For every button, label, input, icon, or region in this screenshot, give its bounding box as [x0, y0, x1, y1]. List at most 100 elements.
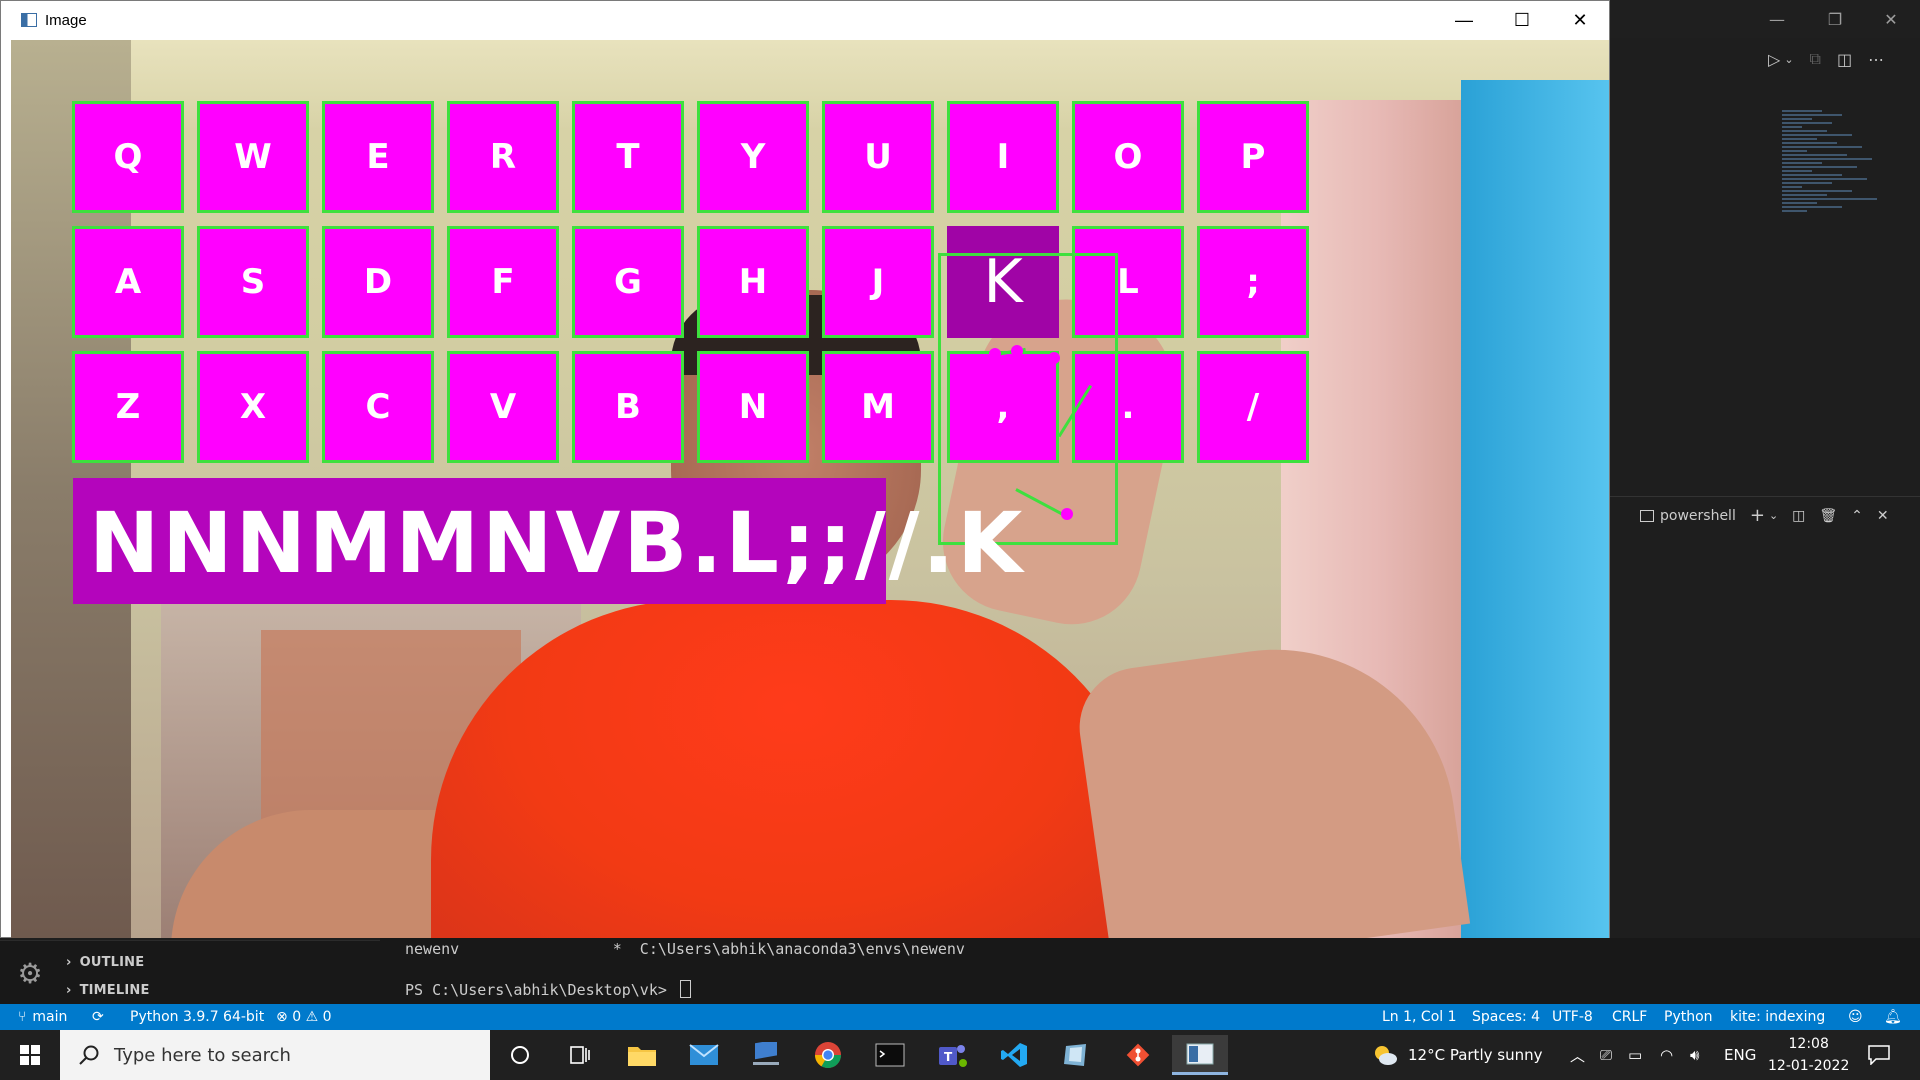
person-shirt	[431, 600, 1151, 938]
image-window: Image — ☐ ✕ Q W E R T Y U I O P A S D F G H J K L; Z X C V B N M,…	[0, 0, 1610, 938]
key-u[interactable]: U	[822, 101, 934, 213]
key-r[interactable]: R	[447, 101, 559, 213]
chrome-icon[interactable]	[800, 1035, 856, 1075]
line-endings[interactable]: CRLF	[1612, 1004, 1647, 1030]
hand-landmark	[1048, 352, 1060, 364]
key-e[interactable]: E	[322, 101, 434, 213]
notifications-bell-icon[interactable]: 🔔︎	[1884, 1004, 1902, 1030]
language-mode[interactable]: Python	[1664, 1004, 1713, 1030]
kite-status[interactable]: kite: indexing	[1730, 1004, 1825, 1030]
open-changes-icon[interactable]: ⧉	[1810, 49, 1821, 69]
key-i[interactable]: I	[947, 101, 1059, 213]
indentation[interactable]: Spaces: 4	[1472, 1004, 1540, 1030]
timeline-section[interactable]: › TIMELINE	[66, 977, 150, 1003]
weather-widget[interactable]: 12°C Partly sunny	[1372, 1030, 1542, 1080]
key-d[interactable]: D	[322, 226, 434, 338]
split-editor-icon[interactable]: ◫	[1837, 50, 1852, 69]
chevron-down-icon[interactable]: ⌄	[1784, 53, 1793, 66]
clock-time: 12:08	[1788, 1036, 1829, 1052]
problems-status[interactable]: ⊗ 0 ⚠ 0	[276, 1004, 332, 1030]
hand-landmark	[989, 348, 1001, 360]
manage-gear-icon[interactable]: ⚙	[14, 958, 46, 990]
minimap[interactable]	[1782, 108, 1902, 288]
close-button[interactable]: ✕	[1551, 1, 1609, 39]
branch-icon: ⑂	[18, 1009, 27, 1025]
chevron-up-icon[interactable]: ︿	[1570, 1030, 1585, 1080]
feedback-icon[interactable]: ☺	[1848, 1004, 1863, 1030]
terminal-shell-label[interactable]: powershell	[1660, 508, 1736, 524]
key-f[interactable]: F	[447, 226, 559, 338]
terminal-header: powershell + ⌄ ◫ 🗑 ⌃ ✕	[1610, 496, 1920, 534]
key-t[interactable]: T	[572, 101, 684, 213]
minimize-button[interactable]: —	[1435, 1, 1493, 39]
vscode-close-button[interactable]: ✕	[1862, 0, 1920, 38]
camera-feed[interactable]: Q W E R T Y U I O P A S D F G H J K L; Z X C V B N M,. / NNNMMNVB.…	[11, 40, 1609, 938]
outline-section[interactable]: › OUTLINE	[66, 949, 144, 975]
key-m[interactable]: M	[822, 351, 934, 463]
maximize-panel-icon[interactable]: ⌃	[1851, 508, 1863, 524]
split-terminal-icon[interactable]: ◫	[1792, 508, 1805, 524]
image-window-titlebar[interactable]: Image — ☐ ✕	[1, 1, 1609, 39]
partly-sunny-icon	[1375, 1046, 1397, 1065]
git-client-icon[interactable]	[1110, 1035, 1166, 1075]
python-interpreter[interactable]: Python 3.9.7 64-bit	[130, 1004, 264, 1030]
start-button[interactable]	[0, 1030, 60, 1080]
run-icon[interactable]: ▷	[1768, 50, 1780, 69]
battery-icon[interactable]: ▭	[1628, 1030, 1642, 1080]
key-v[interactable]: V	[447, 351, 559, 463]
cortana-icon[interactable]	[492, 1035, 548, 1075]
key-semicolon[interactable]: ;	[1197, 226, 1309, 338]
notes-app-icon[interactable]	[1048, 1035, 1104, 1075]
key-w[interactable]: W	[197, 101, 309, 213]
vscode-minimize-button[interactable]: —	[1748, 0, 1806, 38]
command-prompt-icon[interactable]	[862, 1035, 918, 1075]
key-o[interactable]: O	[1072, 101, 1184, 213]
new-terminal-icon[interactable]: +	[1750, 505, 1765, 526]
key-z[interactable]: Z	[72, 351, 184, 463]
app-icon	[21, 13, 37, 27]
key-j[interactable]: J	[822, 226, 934, 338]
vscode-restore-button[interactable]: ❐	[1806, 0, 1864, 38]
maximize-button[interactable]: ☐	[1493, 1, 1551, 39]
key-s[interactable]: S	[197, 226, 309, 338]
sync-icon[interactable]: ⟳	[92, 1004, 104, 1030]
key-c[interactable]: C	[322, 351, 434, 463]
key-p[interactable]: P	[1197, 101, 1309, 213]
meet-now-icon[interactable]: ⎚	[1600, 1030, 1612, 1080]
key-a[interactable]: A	[72, 226, 184, 338]
mail-icon[interactable]	[676, 1035, 732, 1075]
key-y[interactable]: Y	[697, 101, 809, 213]
image-window-taskbar-icon[interactable]	[1172, 1035, 1228, 1075]
vscode-icon[interactable]	[986, 1035, 1042, 1075]
notifications-icon[interactable]	[1868, 1030, 1890, 1080]
wifi-icon[interactable]: ◠	[1660, 1030, 1673, 1080]
branch-label: main	[32, 1009, 68, 1025]
editor-area[interactable]	[1610, 78, 1920, 488]
encoding[interactable]: UTF-8	[1552, 1004, 1593, 1030]
teams-icon[interactable]: T	[924, 1035, 980, 1075]
cursor-position[interactable]: Ln 1, Col 1	[1382, 1004, 1457, 1030]
close-panel-icon[interactable]: ✕	[1877, 508, 1889, 524]
image-window-title: Image	[45, 11, 87, 29]
key-x[interactable]: X	[197, 351, 309, 463]
error-icon: ⊗	[276, 1009, 288, 1025]
trash-icon[interactable]: 🗑	[1819, 508, 1837, 524]
branch-status[interactable]: ⑂ main	[18, 1004, 67, 1030]
key-n[interactable]: N	[697, 351, 809, 463]
file-explorer-icon[interactable]	[614, 1035, 670, 1075]
more-actions-icon[interactable]: ⋯	[1868, 50, 1884, 69]
key-b[interactable]: B	[572, 351, 684, 463]
key-g[interactable]: G	[572, 226, 684, 338]
hand-landmark	[1061, 508, 1073, 520]
remote-desktop-icon[interactable]	[738, 1035, 794, 1075]
clock[interactable]: 12:08 12-01-2022	[1768, 1030, 1849, 1080]
volume-icon[interactable]: 🔊︎	[1690, 1030, 1699, 1080]
key-h[interactable]: H	[697, 226, 809, 338]
taskbar-search[interactable]: Type here to search	[60, 1030, 490, 1080]
task-view-icon[interactable]	[552, 1035, 608, 1075]
input-language[interactable]: ENG	[1724, 1030, 1756, 1080]
terminal-output[interactable]: newenv * C:\Users\abhik\anaconda3\envs\n…	[380, 938, 1920, 1004]
key-slash[interactable]: /	[1197, 351, 1309, 463]
chevron-down-icon[interactable]: ⌄	[1769, 509, 1778, 522]
key-q[interactable]: Q	[72, 101, 184, 213]
